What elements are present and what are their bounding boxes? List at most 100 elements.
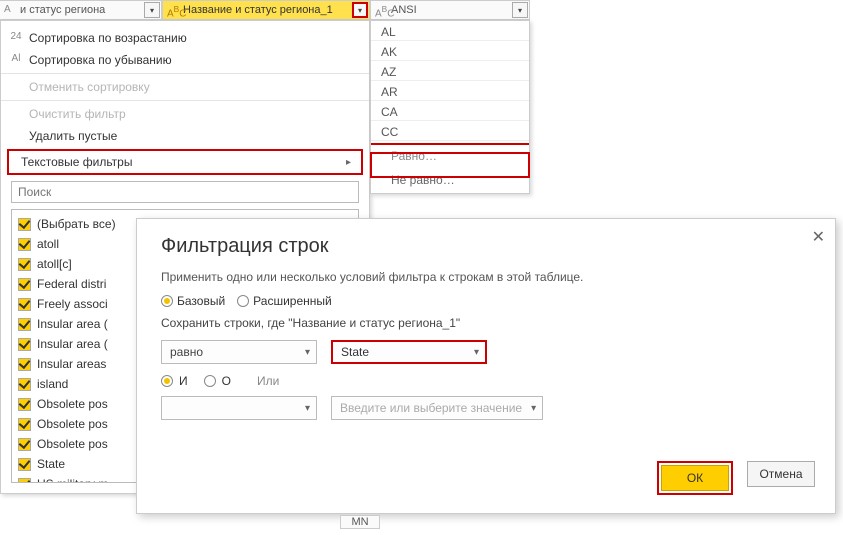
radio-basic-label: Базовый xyxy=(177,294,225,308)
menu-sort-desc[interactable]: Al Сортировка по убыванию xyxy=(1,49,369,71)
menu-divider xyxy=(1,73,369,74)
combo-placeholder: Введите или выберите значение xyxy=(340,401,522,415)
column-dropdown-button[interactable]: ▾ xyxy=(144,2,160,18)
column-dropdown-button[interactable]: ▾ xyxy=(512,2,528,18)
checkbox-icon[interactable] xyxy=(18,378,31,391)
menu-sort-asc[interactable]: 24 Сортировка по возрастанию xyxy=(1,27,369,49)
text-type-icon: A xyxy=(4,4,11,15)
checkbox-icon[interactable] xyxy=(18,218,31,231)
column-header-label: и статус региона xyxy=(0,4,109,16)
submenu-label: Равно… xyxy=(391,149,437,163)
checklist-label: Insular area ( xyxy=(37,317,108,331)
ansi-option[interactable]: CC xyxy=(371,121,529,141)
checkbox-icon[interactable] xyxy=(18,238,31,251)
radio-or[interactable] xyxy=(204,375,216,387)
column-header-region-name-1[interactable]: ABC Название и статус региона_1 ▾ xyxy=(162,0,370,20)
checkbox-icon[interactable] xyxy=(18,458,31,471)
cancel-button[interactable]: Отмена xyxy=(747,461,815,487)
menu-label: Сортировка по возрастанию xyxy=(29,31,187,45)
submenu-not-equals[interactable]: Не равно… xyxy=(371,169,529,193)
ansi-option[interactable]: AR xyxy=(371,81,529,101)
ansi-option[interactable]: AK xyxy=(371,41,529,61)
menu-clear-filter: Очистить фильтр xyxy=(1,103,369,125)
checklist-label: Federal distri xyxy=(37,277,106,291)
checkbox-icon[interactable] xyxy=(18,438,31,451)
column-header-label: Название и статус региона_1 xyxy=(163,4,337,16)
sort-asc-icon: 24 xyxy=(9,31,23,42)
checklist-label: atoll xyxy=(37,237,59,251)
menu-divider xyxy=(1,100,369,101)
value-combo-2[interactable]: Введите или выберите значение xyxy=(331,396,543,420)
combo-value: State xyxy=(341,345,369,359)
checkbox-icon[interactable] xyxy=(18,258,31,271)
checklist-label: Insular area ( xyxy=(37,337,108,351)
search-input[interactable] xyxy=(12,185,358,199)
ansi-option[interactable]: CA xyxy=(371,101,529,121)
combo-value xyxy=(170,401,173,415)
ok-button[interactable]: ОК xyxy=(661,465,729,491)
close-icon[interactable]: ✕ xyxy=(812,227,825,247)
menu-text-filters[interactable]: Текстовые фильтры xyxy=(9,151,361,173)
grid-cell-preview: MN xyxy=(340,515,380,529)
checkbox-icon[interactable] xyxy=(18,298,31,311)
dialog-title: Фильтрация строк xyxy=(161,235,811,258)
combo-value: равно xyxy=(170,345,203,359)
operator-combo-2[interactable] xyxy=(161,396,317,420)
radio-and-label: И xyxy=(179,374,188,388)
checklist-label: Obsolete pos xyxy=(37,397,108,411)
text-type-icon: ABC xyxy=(167,4,186,19)
and-or-row: И О Или xyxy=(161,374,811,388)
submenu-label: Не равно… xyxy=(391,173,455,187)
condition-row-1: равно State xyxy=(161,340,811,364)
button-label: Отмена xyxy=(759,467,802,481)
column-dropdown-button[interactable]: ▾ xyxy=(352,2,368,18)
checklist-label: US military m xyxy=(37,477,108,483)
checkbox-icon[interactable] xyxy=(18,318,31,331)
checklist-label: Obsolete pos xyxy=(37,437,108,451)
ansi-option[interactable]: AL xyxy=(371,21,529,41)
column-headers: A и статус региона ▾ ABC Название и стат… xyxy=(0,0,530,20)
radio-advanced[interactable] xyxy=(237,295,249,307)
checkbox-icon[interactable] xyxy=(18,478,31,484)
checklist-label: (Выбрать все) xyxy=(37,217,116,231)
checklist-label: island xyxy=(37,377,68,391)
radio-and[interactable] xyxy=(161,375,173,387)
button-label: ОК xyxy=(687,471,703,485)
menu-label: Отменить сортировку xyxy=(29,80,150,94)
radio-basic[interactable] xyxy=(161,295,173,307)
submenu-equals[interactable]: Равно… xyxy=(371,145,529,169)
menu-label: Удалить пустые xyxy=(29,129,117,143)
checkbox-icon[interactable] xyxy=(18,398,31,411)
checkbox-icon[interactable] xyxy=(18,358,31,371)
menu-label: Текстовые фильтры xyxy=(21,155,132,169)
dialog-description: Применить одно или несколько условий фил… xyxy=(161,270,811,284)
value-combo-1[interactable]: State xyxy=(331,340,487,364)
checkbox-icon[interactable] xyxy=(18,338,31,351)
ansi-option[interactable]: AZ xyxy=(371,61,529,81)
operator-combo-1[interactable]: равно xyxy=(161,340,317,364)
checkbox-icon[interactable] xyxy=(18,418,31,431)
checklist-label: atoll[c] xyxy=(37,257,72,271)
checklist-label: Insular areas xyxy=(37,357,106,371)
text-type-icon: ABC xyxy=(375,4,394,19)
filter-search[interactable] xyxy=(11,181,359,203)
sort-desc-icon: Al xyxy=(9,53,23,64)
filter-mode-radio-group: Базовый Расширенный xyxy=(161,294,811,308)
menu-clear-sort: Отменить сортировку xyxy=(1,76,369,98)
dialog-buttons: ОК Отмена xyxy=(657,461,815,495)
menu-remove-empty[interactable]: Удалить пустые xyxy=(1,125,369,147)
ansi-dropdown-list: ALAKAZARCACC Равно… Не равно… xyxy=(370,20,530,194)
condition-row-2: Введите или выберите значение xyxy=(161,396,811,420)
text-filter-submenu: Равно… Не равно… xyxy=(371,143,529,193)
column-header-ansi[interactable]: ABC ANSI ▾ xyxy=(370,0,530,20)
keep-rows-line: Сохранить строки, где "Название и статус… xyxy=(161,316,811,330)
checklist-label: Freely associ xyxy=(37,297,108,311)
checklist-label: Obsolete pos xyxy=(37,417,108,431)
filter-rows-dialog: ✕ Фильтрация строк Применить одно или не… xyxy=(136,218,836,514)
checkbox-icon[interactable] xyxy=(18,278,31,291)
menu-label: Очистить фильтр xyxy=(29,107,126,121)
or-text-label: Или xyxy=(257,374,279,388)
column-header-status-region[interactable]: A и статус региона ▾ xyxy=(0,0,162,20)
radio-or-label: О xyxy=(222,374,231,388)
radio-advanced-label: Расширенный xyxy=(253,294,332,308)
